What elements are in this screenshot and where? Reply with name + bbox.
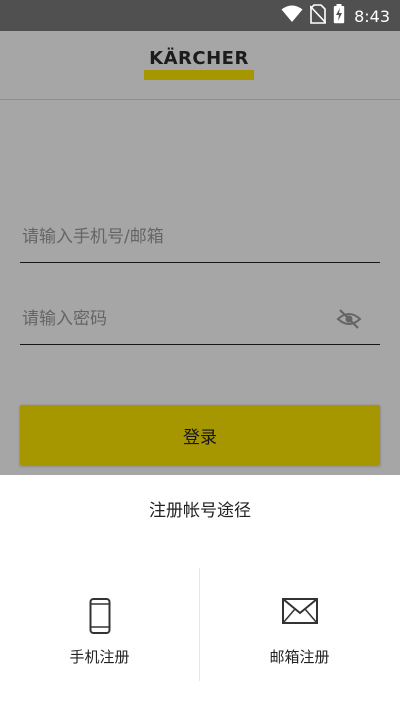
wifi-icon (281, 5, 303, 27)
email-register-option[interactable]: 邮箱注册 (200, 568, 399, 681)
battery-charging-icon (333, 4, 345, 28)
phone-register-option[interactable]: 手机注册 (0, 568, 199, 681)
status-bar: 8:43 (0, 0, 400, 31)
smartphone-icon (89, 598, 111, 638)
no-sim-icon (309, 4, 327, 28)
sheet-title: 注册帐号途径 (149, 501, 251, 521)
email-register-label: 邮箱注册 (269, 648, 330, 666)
phone-register-label: 手机注册 (69, 648, 130, 666)
envelope-icon (281, 598, 318, 628)
register-sheet: 注册帐号途径 手机注册 邮箱注册 (0, 475, 400, 711)
status-icons: 8:43 (281, 4, 390, 28)
status-time: 8:43 (354, 6, 390, 26)
